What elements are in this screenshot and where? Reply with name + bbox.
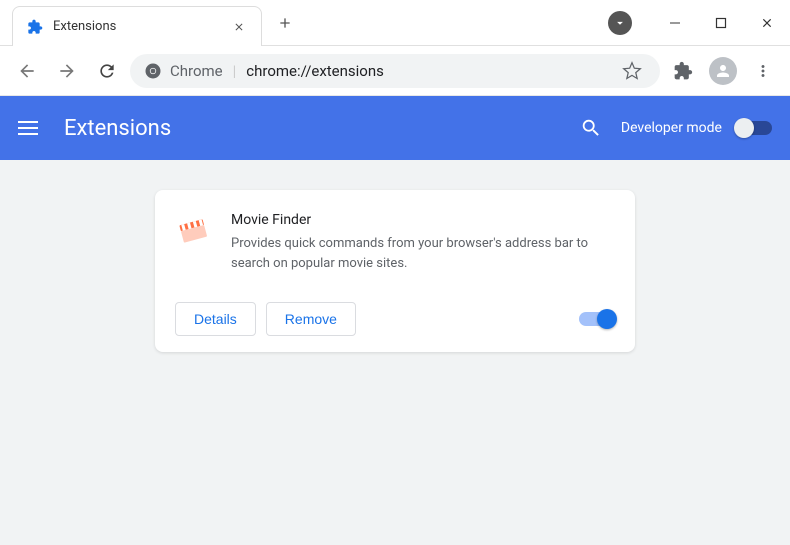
kebab-menu-icon[interactable] <box>746 54 780 88</box>
close-window-button[interactable] <box>744 0 790 46</box>
url-path: chrome://extensions <box>246 62 384 80</box>
back-button[interactable] <box>10 54 44 88</box>
extension-description: Provides quick commands from your browse… <box>231 234 615 274</box>
window-controls <box>652 0 790 45</box>
bookmark-star-icon[interactable] <box>618 57 646 85</box>
extension-enable-toggle[interactable] <box>579 312 615 326</box>
close-tab-icon[interactable] <box>231 19 247 35</box>
chrome-icon <box>144 62 162 80</box>
browser-toolbar: Chrome | chrome://extensions <box>0 46 790 96</box>
new-tab-button[interactable] <box>270 8 300 38</box>
extensions-app-bar: Extensions Developer mode <box>0 96 790 160</box>
extension-card: Movie Finder Provides quick commands fro… <box>155 190 635 352</box>
content-area: Movie Finder Provides quick commands fro… <box>0 160 790 545</box>
search-icon[interactable] <box>573 110 609 146</box>
maximize-button[interactable] <box>698 0 744 46</box>
extension-name: Movie Finder <box>231 212 615 228</box>
puzzle-icon <box>27 19 43 35</box>
page-title: Extensions <box>64 116 573 141</box>
profile-avatar[interactable] <box>706 54 740 88</box>
browser-tab[interactable]: Extensions <box>12 6 262 46</box>
forward-button[interactable] <box>50 54 84 88</box>
window-titlebar: Extensions <box>0 0 790 46</box>
tab-title: Extensions <box>53 19 221 34</box>
developer-mode-label: Developer mode <box>621 120 722 136</box>
address-bar[interactable]: Chrome | chrome://extensions <box>130 54 660 88</box>
minimize-button[interactable] <box>652 0 698 46</box>
remove-button[interactable]: Remove <box>266 302 356 336</box>
details-button[interactable]: Details <box>175 302 256 336</box>
url-scheme-label: Chrome <box>170 62 223 80</box>
profile-indicator-icon[interactable] <box>608 11 632 35</box>
extensions-puzzle-icon[interactable] <box>666 54 700 88</box>
developer-mode-control: Developer mode <box>621 120 772 136</box>
menu-icon[interactable] <box>18 116 42 140</box>
developer-mode-toggle[interactable] <box>736 121 772 135</box>
reload-button[interactable] <box>90 54 124 88</box>
url-divider: | <box>233 62 237 80</box>
clapperboard-icon <box>175 212 211 248</box>
